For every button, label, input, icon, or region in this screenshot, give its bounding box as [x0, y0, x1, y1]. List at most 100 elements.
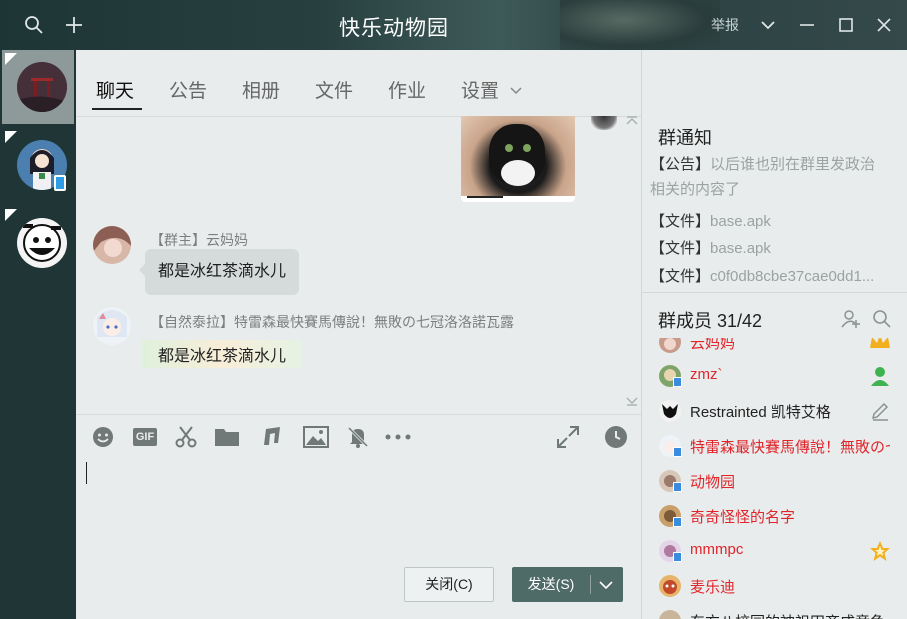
- tab-settings[interactable]: 设置: [461, 76, 499, 103]
- conversation-item[interactable]: [2, 206, 74, 280]
- avatar: [17, 62, 67, 112]
- message-input[interactable]: [76, 462, 641, 562]
- group-info-panel: 群通知 【公告】以后谁也别在群里发政治 相关的内容了 【文件】base.apk …: [641, 50, 907, 619]
- tab-bar: 聊天 公告 相册 文件 作业 设置: [76, 50, 641, 116]
- avatar: [591, 116, 617, 130]
- member-name: 特雷森最快賽馬傳說！無敗の七: [690, 439, 890, 456]
- file-notice[interactable]: 【文件】base.apk: [650, 210, 771, 231]
- section-divider: [642, 292, 907, 293]
- send-label: 发送(S): [527, 576, 575, 592]
- file-name: c0f0db8cbe37cae0dd1...: [710, 268, 875, 285]
- scissors-icon[interactable]: [173, 424, 199, 450]
- add-member-icon[interactable]: [841, 309, 861, 334]
- avatar: [17, 218, 67, 268]
- member-list[interactable]: 云妈妈 zmz` Restrainted 凯特艾格 特雷森最快賽馬傳說！無敗の七…: [642, 338, 907, 619]
- mobile-badge-icon: [54, 175, 66, 191]
- gif-icon[interactable]: GIF: [131, 424, 159, 450]
- report-link[interactable]: 举报: [711, 15, 739, 35]
- close-icon[interactable]: [872, 13, 896, 37]
- member-name: 东方八校园的神祖田齐成竞争: [690, 611, 890, 619]
- text-caret: [86, 462, 87, 484]
- tab-chat[interactable]: 聊天: [96, 76, 134, 103]
- message-list[interactable]: 【群主】云妈妈 都是冰红茶滴水儿 【自然泰拉】特雷森最快賽馬傳說！無敗の七冠洛洛…: [76, 116, 641, 414]
- file-name: base.apk: [710, 213, 771, 230]
- member-item[interactable]: zmz`: [659, 360, 904, 392]
- send-separator: [590, 575, 591, 594]
- member-item[interactable]: 麦乐迪: [659, 570, 904, 602]
- scroll-up-icon[interactable]: [626, 116, 638, 129]
- message-bubble[interactable]: 都是冰红茶滴水儿: [138, 249, 300, 295]
- cat-image-message[interactable]: [461, 116, 575, 202]
- music-note-icon[interactable]: [259, 424, 285, 450]
- member-item[interactable]: 奇奇怪怪的名字: [659, 500, 904, 532]
- file-notice[interactable]: 【文件】base.apk: [650, 237, 771, 258]
- pin-corner-icon: [5, 131, 17, 143]
- maximize-icon[interactable]: [834, 13, 858, 37]
- conversation-item-active[interactable]: [2, 50, 74, 124]
- message-text[interactable]: 都是冰红茶滴水儿: [142, 340, 303, 368]
- member-item[interactable]: 东方八校园的神祖田齐成竞争: [659, 605, 904, 619]
- file-notice[interactable]: 【文件】c0f0db8cbe37cae0dd1...: [650, 265, 874, 286]
- member-item[interactable]: 特雷森最快賽馬傳說！無敗の七: [659, 430, 904, 462]
- window-title: 快乐动物园: [339, 17, 449, 40]
- member-name: mmmpc: [690, 541, 744, 558]
- file-tag: 【文件】: [650, 268, 711, 285]
- mobile-badge-icon: [673, 447, 682, 457]
- edit-icon[interactable]: [869, 400, 891, 422]
- sender-name: 【群主】云妈妈: [150, 232, 248, 248]
- announcement-tag: 【公告】: [650, 156, 711, 173]
- announcement-line-cont[interactable]: 相关的内容了: [650, 178, 740, 199]
- avatar: [659, 610, 681, 619]
- pin-corner-icon: [5, 53, 17, 65]
- more-icon[interactable]: [385, 424, 411, 450]
- gif-label: GIF: [132, 428, 158, 446]
- tab-announcement[interactable]: 公告: [169, 76, 207, 103]
- member-item[interactable]: Restrainted 凯特艾格: [659, 395, 904, 427]
- send-button[interactable]: 发送(S): [512, 567, 623, 602]
- mobile-badge-icon: [673, 482, 682, 492]
- pin-corner-icon: [5, 209, 17, 221]
- expand-icon[interactable]: [555, 424, 581, 450]
- image-icon[interactable]: [303, 424, 329, 450]
- send-options-chevron-icon[interactable]: [596, 576, 616, 594]
- mobile-badge-icon: [673, 517, 682, 527]
- admin-person-icon: [869, 365, 891, 387]
- announcement-text: 以后谁也别在群里发政治: [710, 156, 876, 173]
- folder-icon[interactable]: [214, 424, 240, 450]
- minimize-icon[interactable]: [795, 13, 819, 37]
- conversation-sidebar: [0, 50, 76, 619]
- avatar[interactable]: [93, 226, 131, 264]
- mute-bell-icon[interactable]: [345, 424, 371, 450]
- file-name: base.apk: [710, 240, 771, 257]
- group-notice-heading: 群通知: [658, 128, 712, 148]
- avatar: [659, 400, 681, 422]
- close-button[interactable]: 关闭(C): [404, 567, 494, 602]
- member-name: 奇奇怪怪的名字: [690, 509, 796, 526]
- member-item[interactable]: mmmpc: [659, 535, 904, 567]
- avatar: [659, 338, 681, 353]
- member-name: Restrainted 凯特艾格: [690, 404, 831, 421]
- avatar: [659, 575, 681, 597]
- scroll-down-icon[interactable]: [626, 396, 638, 409]
- active-tab-indicator: [92, 108, 142, 110]
- mobile-badge-icon: [673, 552, 682, 562]
- file-tag: 【文件】: [650, 240, 711, 257]
- input-toolbar: GIF: [76, 414, 641, 462]
- avatar[interactable]: [93, 307, 131, 345]
- member-item[interactable]: 云妈妈: [659, 338, 904, 358]
- member-name: 麦乐迪: [690, 579, 736, 596]
- emoji-icon[interactable]: [90, 424, 116, 450]
- sender-name: 【自然泰拉】特雷森最快賽馬傳說！無敗の七冠洛洛諾瓦露: [150, 314, 514, 330]
- tab-homework[interactable]: 作业: [388, 76, 426, 103]
- member-item[interactable]: 动物园: [659, 465, 904, 497]
- chat-panel: 聊天 公告 相册 文件 作业 设置 【群主】云妈妈 都是冰红茶滴水儿 【自然泰拉…: [76, 50, 641, 619]
- member-search-icon[interactable]: [872, 309, 892, 334]
- chevron-down-icon[interactable]: [756, 13, 780, 37]
- tab-files[interactable]: 文件: [315, 76, 353, 103]
- history-clock-icon[interactable]: [603, 424, 629, 450]
- tab-album[interactable]: 相册: [242, 76, 280, 103]
- members-heading: 群成员 31/42: [658, 311, 763, 331]
- conversation-item[interactable]: [2, 128, 74, 202]
- announcement-line[interactable]: 【公告】以后谁也别在群里发政治: [650, 153, 875, 174]
- chevron-down-icon[interactable]: [510, 82, 522, 100]
